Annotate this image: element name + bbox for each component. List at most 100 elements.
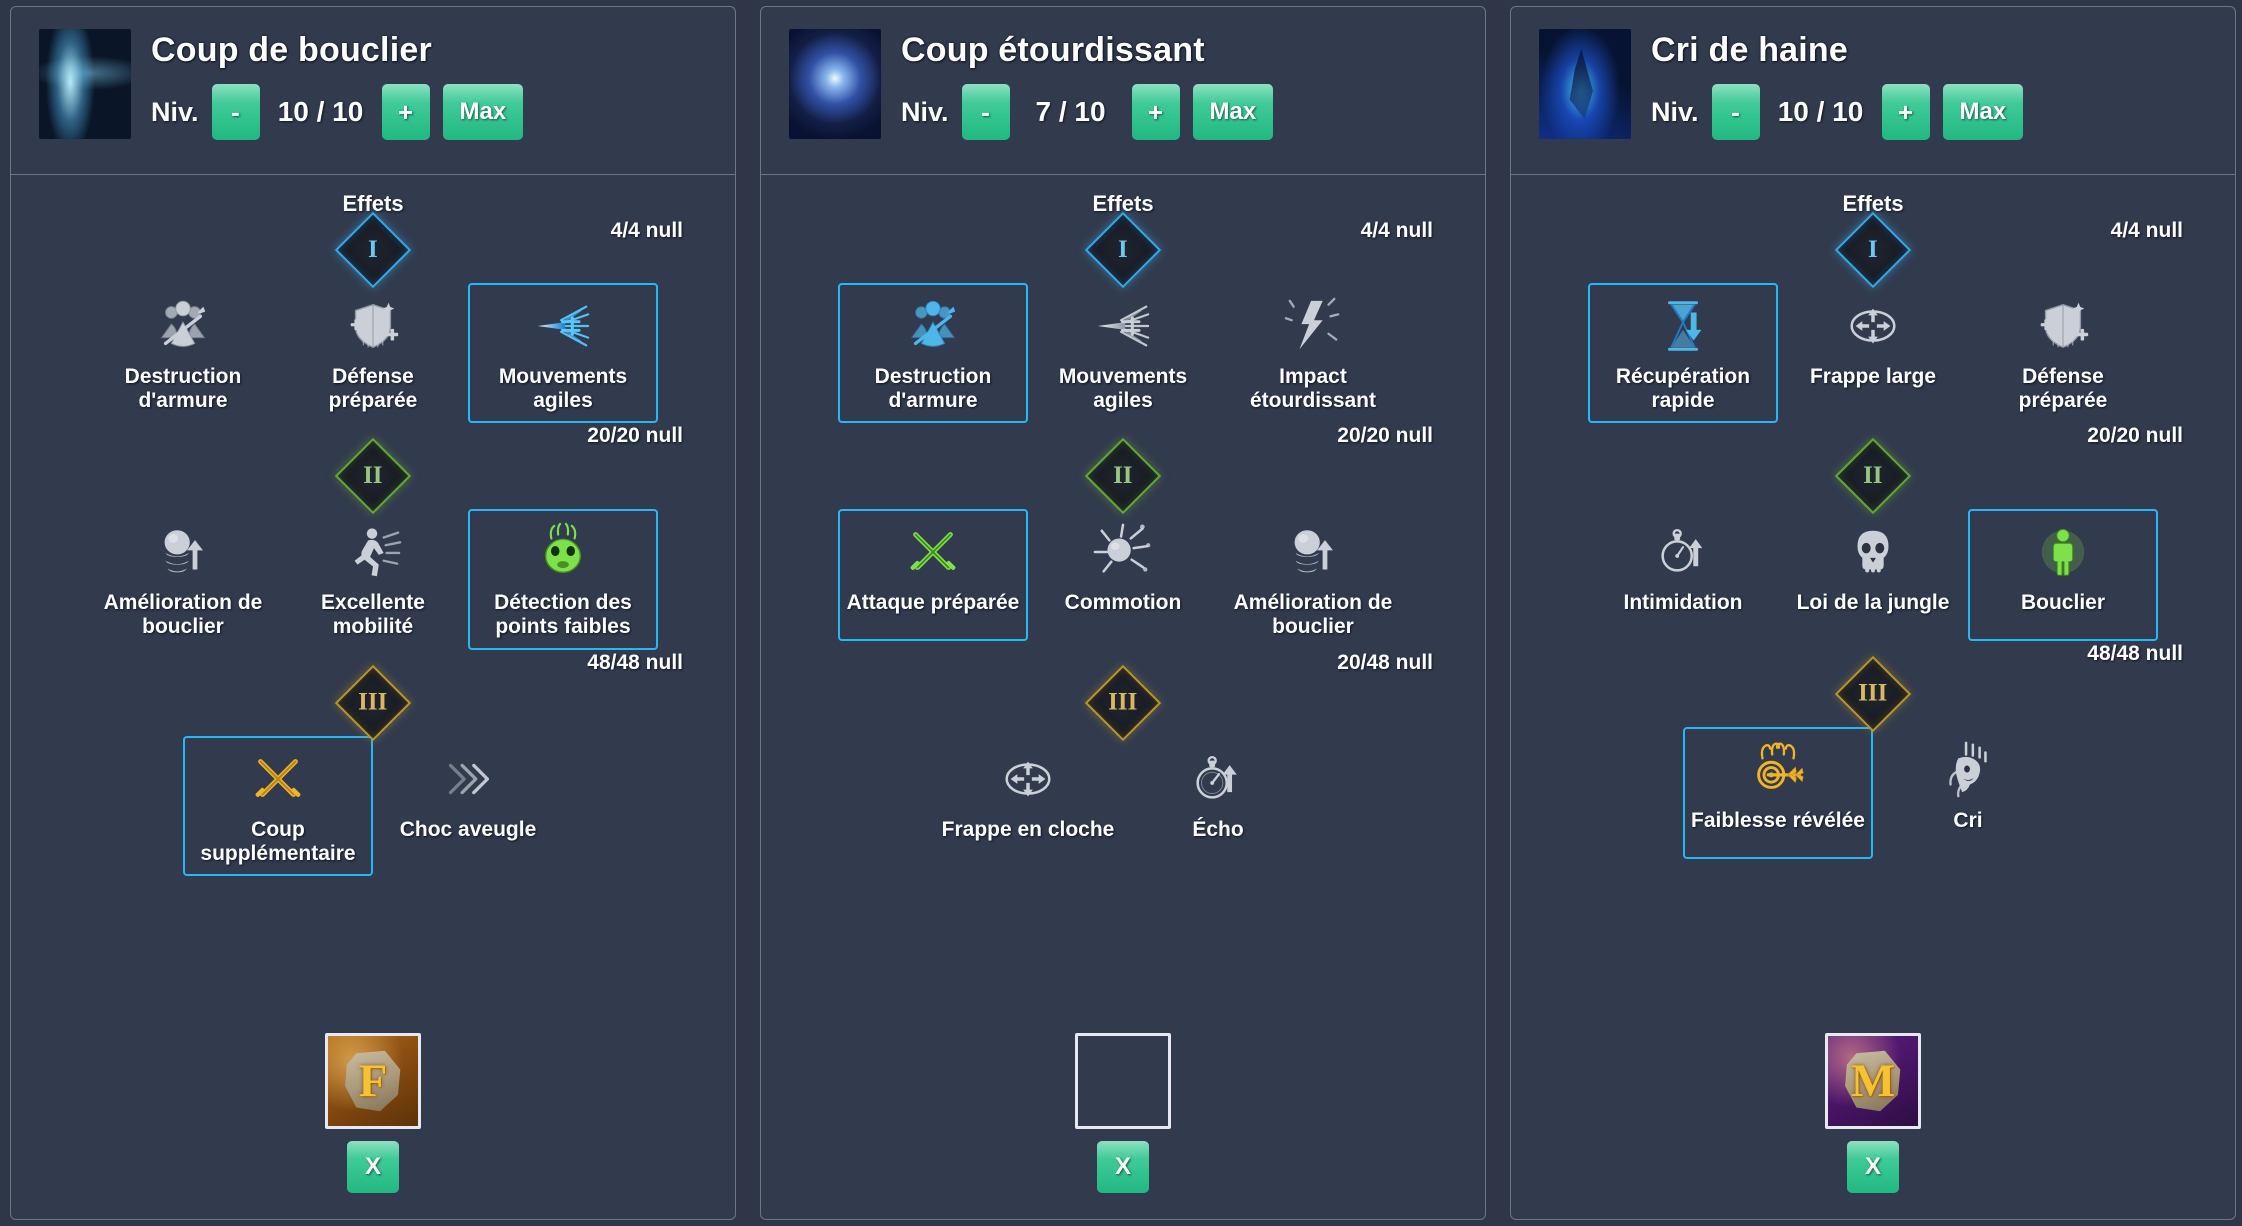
rune-area: FX [11,1033,735,1219]
skill-header: Coup de bouclier Niv. -10 / 10 + Max [11,7,735,175]
tier-numeral: III [1108,688,1138,716]
skill-node[interactable]: Loi de la jungle [1778,509,1968,641]
rune-area: MX [1511,1033,2235,1219]
skill-node[interactable]: Défense préparée [278,283,468,423]
skill-node[interactable]: Amélioration de bouclier [1218,509,1408,649]
tier-2-marker: II [1084,438,1162,515]
level-value: 7 / 10 [1035,96,1106,127]
shield-upgrade-icon [152,521,214,583]
level-max-button[interactable]: Max [1192,84,1274,140]
fast-recovery-icon [1652,295,1714,357]
skill-node-label: Coup supplémentaire [200,817,356,865]
skill-row-tier-1: Destruction d'armure Défense préparée Mo… [11,283,735,424]
tier-numeral: I [1868,235,1878,263]
level-value: 10 / 10 [1777,96,1864,127]
skill-node[interactable]: Coup supplémentaire [183,735,373,876]
skill-node[interactable]: Défense préparée [1968,283,2158,423]
level-label: Niv. [1651,96,1699,127]
tier-numeral: II [1113,462,1133,490]
skill-node-label: Récupération rapide [1615,365,1751,413]
tier-3-marker: III [1834,656,1912,733]
skill-node[interactable]: Détection des points faibles [468,509,658,650]
skill-node[interactable]: Destruction d'armure [838,283,1028,424]
tier-2-marker: II [334,438,412,515]
level-controls: Niv. -10 / 10 + Max [151,84,524,140]
rune-slot[interactable]: M [1825,1033,1921,1129]
skill-tree: Effets 4/4 null I Récupération rapide Frap… [1511,175,2235,1033]
level-decrease-button[interactable]: - [1711,84,1760,140]
skill-node[interactable]: Amélioration de bouclier [88,509,278,649]
skill-node[interactable]: Bouclier [1968,509,2158,642]
skill-row-tier-1: Récupération rapide Frappe large Défense… [1511,283,2235,424]
skill-header-text: Cri de haine Niv. -10 / 10 + Max [1651,29,2024,140]
level-decrease-button[interactable]: - [961,84,1010,140]
skill-tree: Effets 4/4 null I Destruction d'armure M… [761,175,1485,1033]
skill-node[interactable]: Destruction d'armure [88,283,278,423]
rune-remove-button[interactable]: X [1847,1141,1899,1193]
skill-node[interactable]: Écho [1123,736,1313,868]
skill-node[interactable]: Attaque préparée [838,509,1028,642]
level-increase-button[interactable]: + [381,84,430,140]
skill-node-label: Détection des points faibles [494,591,632,639]
tier-1-counter: 4/4 null [1360,219,1433,242]
skill-node-label: Défense préparée [328,365,418,413]
skill-node-label: Bouclier [2020,591,2106,615]
tier-1-marker: I [1084,211,1162,289]
skill-tree: Effets 4/4 null I Destruction d'armure Déf… [11,175,735,1033]
skill-node[interactable]: Intimidation [1588,509,1778,641]
echo-icon [1187,748,1249,810]
shield-upgrade-icon [1282,521,1344,583]
revealed-weakness-icon [1747,739,1809,801]
skill-node[interactable]: Choc aveugle [373,736,563,868]
skill-node[interactable]: Cri [1873,727,2063,859]
skill-title: Cri de haine [1651,31,1849,69]
level-increase-button[interactable]: + [1131,84,1180,140]
skill-node-label: Intimidation [1623,591,1743,615]
skill-panels-board: Coup de bouclier Niv. -10 / 10 + Max Effets 4/… [0,0,2242,1226]
level-max-button[interactable]: Max [1942,84,2024,140]
tier-numeral: III [1858,680,1888,708]
skill-node[interactable]: Commotion [1028,509,1218,641]
armor-break-icon [902,295,964,357]
rune-remove-button[interactable]: X [1097,1141,1149,1193]
skill-node-label: Impact étourdissant [1249,365,1377,413]
level-increase-button[interactable]: + [1881,84,1930,140]
jungle-law-icon [1842,521,1904,583]
rune-slot[interactable]: F [325,1033,421,1129]
skill-node[interactable]: Mouvements agiles [468,283,658,424]
tier-2-marker: II [1834,438,1912,515]
skill-node[interactable]: Récupération rapide [1588,283,1778,424]
skill-node[interactable]: Impact étourdissant [1218,283,1408,423]
skill-title: Coup de bouclier [151,31,432,69]
extra-strike-icon [247,748,309,810]
tier-3-marker: III [1084,664,1162,741]
skill-row-tier-2: Attaque préparée Commotion Amélioration … [761,509,1485,649]
skill-title: Coup étourdissant [901,31,1205,69]
tier-numeral: III [358,688,388,716]
skill-node-label: Mouvements agiles [1058,365,1188,413]
cry-icon [1937,739,1999,801]
blind-shock-icon [437,748,499,810]
skill-node[interactable]: Mouvements agiles [1028,283,1218,423]
tier-numeral: II [363,462,383,490]
skill-panel-cri-de-haine: Cri de haine Niv. -10 / 10 + Max Effets 4/4 nu… [1510,6,2236,1220]
skill-row-tier-1: Destruction d'armure Mouvements agiles I… [761,283,1485,424]
skill-node[interactable]: Frappe large [1778,283,1968,415]
skill-row-tier-2: Intimidation Loi de la jungle Bouclier [1511,509,2235,642]
skill-node-label: Frappe en cloche [941,817,1115,841]
skill-node-label: Défense préparée [2018,365,2108,413]
level-decrease-button[interactable]: - [211,84,260,140]
skill-node[interactable]: Excellente mobilité [278,509,468,649]
level-max-button[interactable]: Max [442,84,524,140]
tier-1-counter: 4/4 null [2110,219,2183,242]
shield-icon [2032,521,2094,583]
tier-numeral: I [368,235,378,263]
rune-remove-button[interactable]: X [347,1141,399,1193]
skill-node[interactable]: Frappe en cloche [933,736,1123,868]
skill-node-label: Commotion [1064,591,1182,615]
skill-node[interactable]: Faiblesse révélée [1683,727,1873,860]
skill-row-tier-2: Amélioration de bouclier Excellente mobi… [11,509,735,650]
skill-node-label: Amélioration de bouclier [1233,591,1393,639]
rune-slot[interactable] [1075,1033,1171,1129]
skill-header-text: Coup étourdissant Niv. -7 / 10 + Max [901,29,1274,140]
